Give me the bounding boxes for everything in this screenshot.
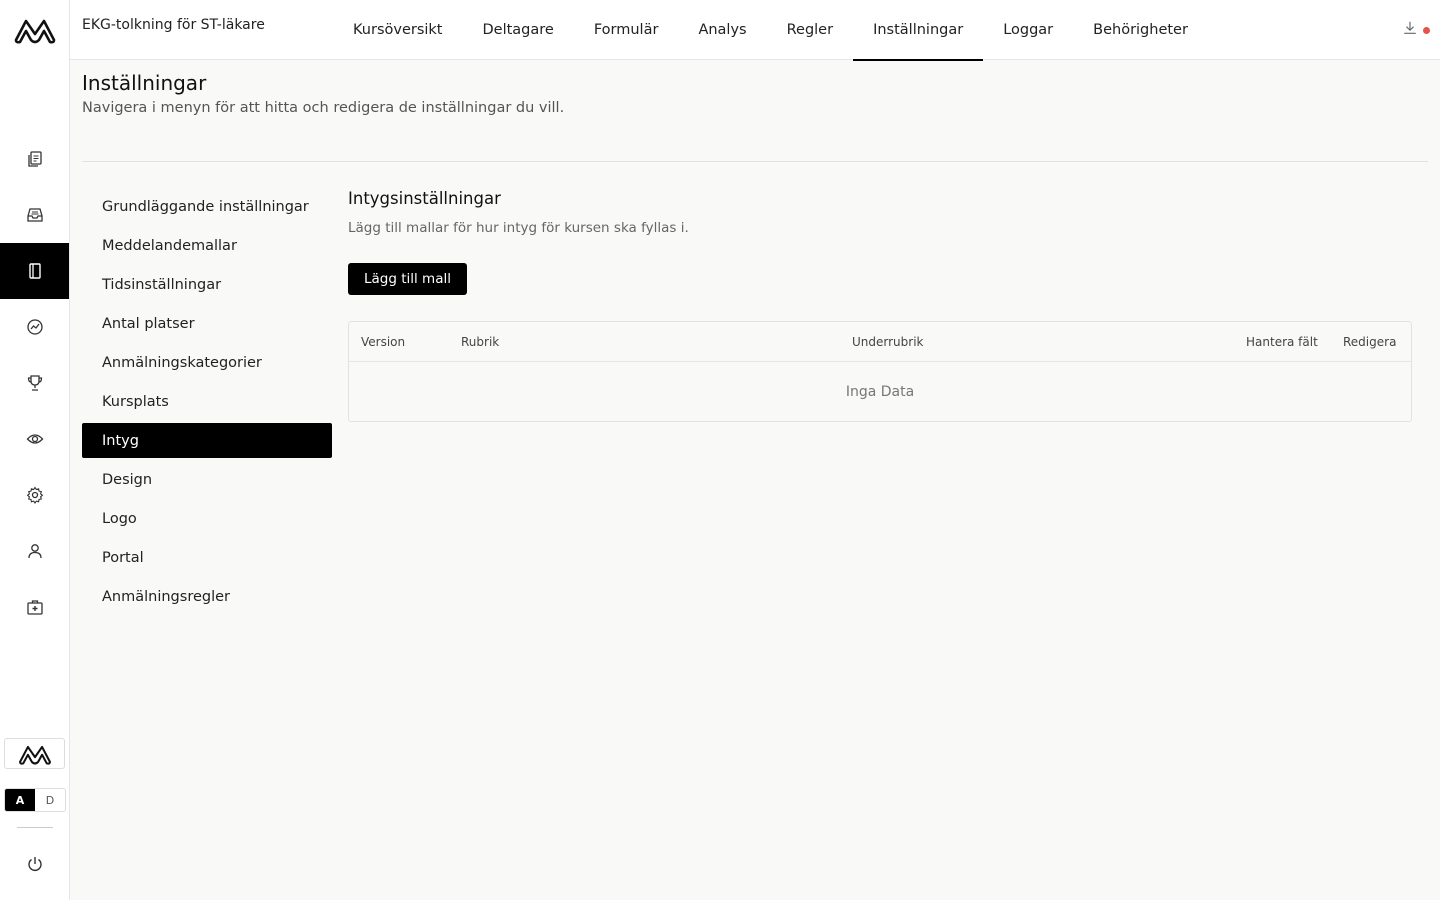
tab-loggar[interactable]: Loggar	[983, 0, 1073, 60]
menu-item-anmalningsregler[interactable]: Anmälningsregler	[82, 579, 332, 614]
notification-dot	[1423, 27, 1430, 34]
settings-menu: Grundläggande inställningar Meddelandema…	[82, 189, 332, 618]
page-subtitle: Navigera i menyn för att hitta och redig…	[82, 100, 565, 116]
tab-analys[interactable]: Analys	[678, 0, 766, 60]
menu-item-kursplats[interactable]: Kursplats	[82, 384, 332, 419]
section-title: Intygsinställningar	[348, 189, 501, 208]
templates-table: Version Rubrik Underrubrik Hantera fält …	[348, 321, 1412, 422]
add-template-button[interactable]: Lägg till mall	[348, 263, 467, 295]
download-icon[interactable]	[1402, 20, 1430, 40]
divider	[82, 161, 1428, 162]
rail-divider	[17, 827, 53, 828]
menu-item-grundlaggande[interactable]: Grundläggande inställningar	[82, 189, 332, 224]
medkit-icon[interactable]	[0, 579, 69, 635]
tab-behorigheter[interactable]: Behörigheter	[1073, 0, 1208, 60]
menu-item-portal[interactable]: Portal	[82, 540, 332, 575]
tab-formular[interactable]: Formulär	[574, 0, 679, 60]
top-bar: EKG-tolkning för ST-läkare Kursöversikt …	[70, 0, 1440, 61]
menu-item-antal-platser[interactable]: Antal platser	[82, 306, 332, 341]
trophy-icon[interactable]	[0, 355, 69, 411]
gear-icon[interactable]	[0, 467, 69, 523]
tab-regler[interactable]: Regler	[767, 0, 853, 60]
column-header-rubrik[interactable]: Rubrik	[461, 335, 499, 349]
analytics-icon[interactable]	[0, 299, 69, 355]
left-rail: A D	[0, 0, 70, 900]
power-icon[interactable]	[0, 838, 69, 890]
lang-option-a[interactable]: A	[5, 789, 35, 811]
lang-option-d[interactable]: D	[35, 789, 65, 811]
org-logo-icon[interactable]	[4, 738, 65, 769]
main-tabs: Kursöversikt Deltagare Formulär Analys R…	[333, 0, 1208, 61]
inbox-icon[interactable]	[0, 187, 69, 243]
notebook-icon[interactable]	[0, 243, 69, 299]
eye-icon[interactable]	[0, 411, 69, 467]
column-header-version[interactable]: Version	[361, 335, 405, 349]
menu-item-meddelandemallar[interactable]: Meddelandemallar	[82, 228, 332, 263]
column-header-underrubrik[interactable]: Underrubrik	[852, 335, 923, 349]
menu-item-logo[interactable]: Logo	[82, 501, 332, 536]
menu-item-intyg[interactable]: Intyg	[82, 423, 332, 458]
page-title: Inställningar	[82, 71, 207, 95]
copy-icon[interactable]	[0, 131, 69, 187]
brand-logo-icon[interactable]	[13, 16, 57, 44]
empty-state: Inga Data	[845, 384, 915, 400]
tab-kursoversikt[interactable]: Kursöversikt	[333, 0, 463, 60]
menu-item-tidsinstallningar[interactable]: Tidsinställningar	[82, 267, 332, 302]
column-header-hantera-falt: Hantera fält	[1246, 335, 1318, 349]
menu-item-design[interactable]: Design	[82, 462, 332, 497]
lang-toggle[interactable]: A D	[4, 788, 66, 812]
column-header-redigera: Redigera	[1343, 335, 1397, 349]
tab-deltagare[interactable]: Deltagare	[463, 0, 574, 60]
table-header: Version Rubrik Underrubrik Hantera fält …	[349, 322, 1411, 362]
menu-item-anmalningskategorier[interactable]: Anmälningskategorier	[82, 345, 332, 380]
user-icon[interactable]	[0, 523, 69, 579]
course-title: EKG-tolkning för ST-läkare	[82, 17, 265, 33]
tab-installningar[interactable]: Inställningar	[853, 0, 984, 61]
section-subtitle: Lägg till mallar för hur intyg för kurse…	[348, 220, 689, 236]
